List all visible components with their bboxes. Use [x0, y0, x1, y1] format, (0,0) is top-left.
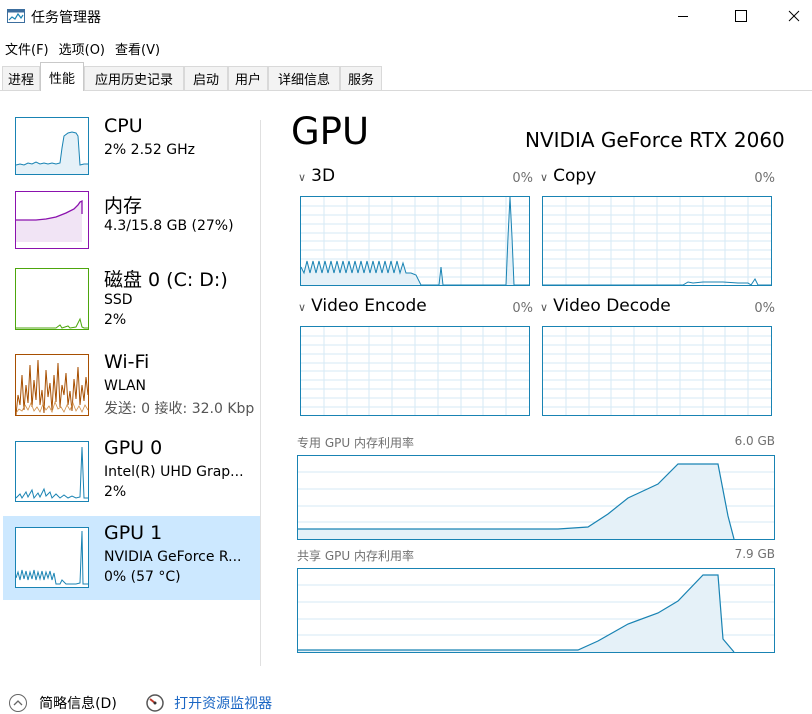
wifi-thumbnail — [15, 354, 89, 416]
task-manager-icon — [7, 8, 25, 23]
menu-file[interactable]: 文件(F) — [0, 36, 54, 58]
sidebar-cpu-title: CPU — [104, 115, 143, 137]
summary-toggle[interactable]: 简略信息(D) — [8, 692, 117, 713]
engine-video-encode-value: 0% — [512, 301, 533, 316]
shared-memory-max: 7.9 GB — [734, 547, 775, 561]
sidebar-gpu0-usage: 2% — [104, 484, 127, 500]
shared-memory-graph — [297, 568, 775, 653]
window-title: 任务管理器 — [31, 10, 101, 26]
menu-bar: 文件(F) 选项(O) 查看(V) — [0, 36, 165, 58]
maximize-icon — [735, 10, 747, 22]
sidebar-disk-type: SSD — [104, 292, 133, 308]
gpu-model-name: NVIDIA GeForce RTX 2060 — [525, 128, 785, 152]
tab-services[interactable]: 服务 — [340, 66, 382, 90]
engine-copy-graph — [542, 196, 772, 286]
sidebar-item-gpu1[interactable]: GPU 1 NVIDIA GeForce R... 0% (57 °C) — [3, 516, 260, 600]
engine-3d-selector[interactable]: ∨ 3D — [298, 166, 335, 186]
tab-startup[interactable]: 启动 — [184, 66, 228, 90]
sidebar-disk-usage: 2% — [104, 312, 127, 328]
sidebar-gpu0-title: GPU 0 — [104, 437, 163, 459]
memory-thumbnail — [15, 191, 89, 249]
chevron-down-icon: ∨ — [540, 171, 549, 184]
dedicated-memory-label: 专用 GPU 内存利用率 — [297, 436, 414, 450]
sidebar-item-disk[interactable]: 磁盘 0 (C: D:) SSD 2% — [3, 262, 260, 346]
sidebar-disk-title: 磁盘 0 (C: D:) — [104, 269, 228, 291]
tab-performance[interactable]: 性能 — [40, 62, 84, 91]
sidebar-gpu1-title: GPU 1 — [104, 522, 163, 544]
shared-memory-label: 共享 GPU 内存利用率 — [297, 549, 414, 563]
sidebar-item-gpu0[interactable]: GPU 0 Intel(R) UHD Grap... 2% — [3, 434, 260, 518]
close-button[interactable] — [776, 0, 812, 32]
panel-divider — [260, 120, 261, 666]
tab-app-history[interactable]: 应用历史记录 — [84, 66, 184, 90]
sidebar-memory-title: 内存 — [104, 195, 143, 217]
chevron-down-icon: ∨ — [298, 301, 307, 314]
tab-processes[interactable]: 进程 — [2, 66, 40, 90]
tab-details[interactable]: 详细信息 — [268, 66, 340, 90]
gpu0-thumbnail — [15, 441, 89, 502]
engine-video-encode-graph — [300, 326, 530, 416]
engine-3d-graph — [300, 196, 530, 286]
open-resource-monitor-link[interactable]: 打开资源监视器 — [145, 692, 272, 713]
dedicated-memory-max: 6.0 GB — [734, 434, 775, 448]
chevron-down-icon: ∨ — [540, 301, 549, 314]
engine-video-decode-selector[interactable]: ∨ Video Decode — [540, 296, 671, 316]
sidebar-gpu1-name: NVIDIA GeForce R... — [104, 549, 242, 565]
sidebar-item-wifi[interactable]: Wi-Fi WLAN 发送: 0 接收: 32.0 Kbp — [3, 348, 260, 432]
tab-users[interactable]: 用户 — [228, 66, 268, 90]
engine-video-decode-label: Video Decode — [553, 296, 671, 316]
dedicated-memory-graph — [297, 455, 775, 540]
gpu1-thumbnail — [15, 527, 89, 588]
sidebar-cpu-usage: 2% 2.52 GHz — [104, 142, 196, 158]
menu-view[interactable]: 查看(V) — [110, 36, 165, 58]
resource-monitor-icon — [146, 693, 164, 712]
summary-label: 简略信息(D) — [39, 695, 117, 712]
minimize-button[interactable] — [660, 0, 706, 32]
engine-3d-label: 3D — [311, 166, 336, 186]
engine-video-decode-value: 0% — [754, 301, 775, 316]
engine-copy-label: Copy — [553, 166, 597, 186]
sidebar-gpu0-name: Intel(R) UHD Grap... — [104, 464, 244, 480]
minimize-icon — [678, 16, 688, 17]
sidebar-item-cpu[interactable]: CPU 2% 2.52 GHz — [3, 104, 260, 188]
sidebar-item-memory[interactable]: 内存 4.3/15.8 GB (27%) — [3, 188, 260, 272]
sidebar-memory-usage: 4.3/15.8 GB (27%) — [104, 218, 234, 234]
sidebar-gpu1-usage: 0% (57 °C) — [104, 569, 181, 585]
menu-options[interactable]: 选项(O) — [54, 36, 110, 58]
maximize-button[interactable] — [718, 0, 764, 32]
close-icon — [788, 10, 800, 22]
sidebar-wifi-title: Wi-Fi — [104, 351, 150, 373]
engine-3d-value: 0% — [512, 171, 533, 186]
engine-video-encode-selector[interactable]: ∨ Video Encode — [298, 296, 427, 316]
engine-video-decode-graph — [542, 326, 772, 416]
chevron-down-icon: ∨ — [298, 171, 307, 184]
disk-thumbnail — [15, 268, 89, 330]
cpu-thumbnail — [15, 117, 89, 175]
engine-copy-value: 0% — [754, 171, 775, 186]
chevron-up-circle-icon — [9, 693, 27, 712]
page-title: GPU — [291, 110, 370, 153]
engine-video-encode-label: Video Encode — [311, 296, 427, 316]
engine-copy-selector[interactable]: ∨ Copy — [540, 166, 596, 186]
open-resource-monitor-label: 打开资源监视器 — [174, 695, 273, 712]
sidebar-wifi-adapter: WLAN — [104, 378, 147, 394]
sidebar-wifi-throughput: 发送: 0 接收: 32.0 Kbp — [104, 401, 255, 417]
